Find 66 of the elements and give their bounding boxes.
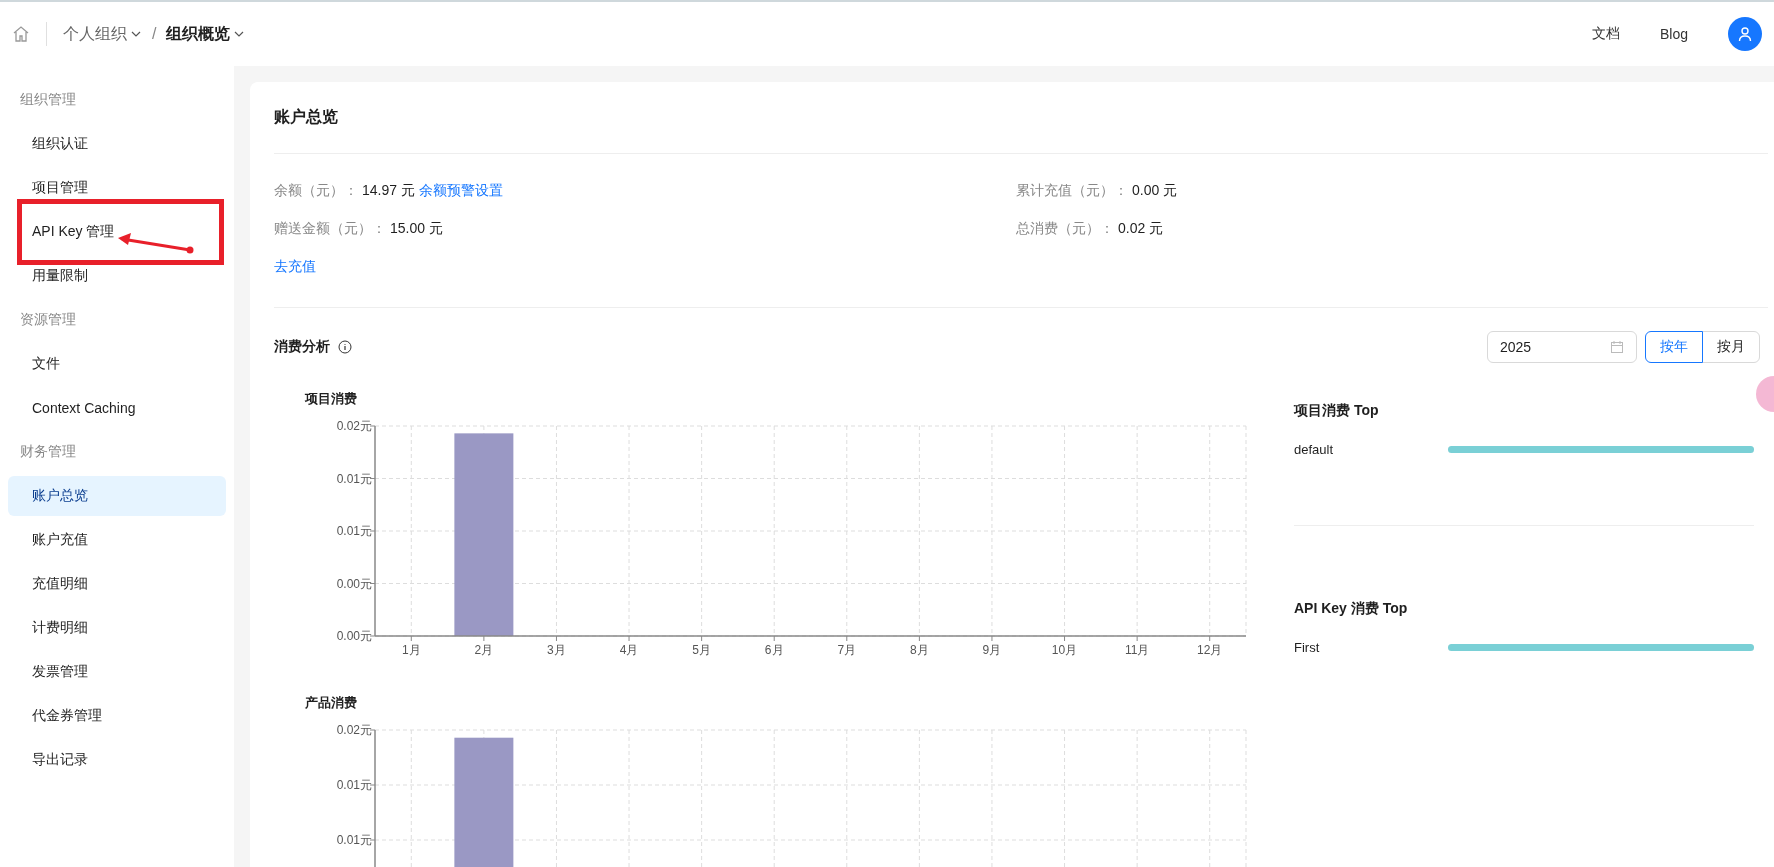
- axis-tick-label: 4月: [619, 643, 639, 657]
- breadcrumb-separator: /: [152, 25, 157, 43]
- axis-tick-label: 7月: [837, 643, 857, 657]
- sidebar-item[interactable]: 文件: [8, 344, 226, 384]
- axis-tick-label: 0.00元: [336, 629, 372, 643]
- axis-tick-label: 0.02元: [336, 723, 372, 737]
- recharge-link[interactable]: 去充值: [274, 258, 316, 276]
- field-value: 0.02 元: [1118, 220, 1164, 238]
- settings-link[interactable]: 余额预警设置: [418, 182, 503, 200]
- field-value: 14.97 元: [362, 182, 415, 200]
- sidebar-item[interactable]: 计费明细: [8, 608, 226, 648]
- user-avatar[interactable]: [1728, 17, 1762, 51]
- segment-button[interactable]: 按年: [1645, 331, 1703, 363]
- field-label: 赠送金额（元）：: [274, 220, 386, 238]
- field-label: 总消费（元）：: [1016, 220, 1114, 238]
- axis-tick-label: 9月: [982, 643, 1002, 657]
- axis-tick-label: 10月: [1051, 643, 1078, 657]
- year-picker[interactable]: 2025: [1487, 331, 1637, 363]
- field-label: 累计充值（元）：: [1016, 182, 1128, 200]
- chart-title: 产品消费: [305, 694, 358, 712]
- breadcrumb-item[interactable]: 个人组织: [63, 23, 142, 45]
- ranking-name: default: [1294, 442, 1335, 457]
- axis-tick-label: 0.00元: [336, 576, 372, 591]
- axis-tick-label: 11月: [1124, 643, 1150, 657]
- info-icon[interactable]: [338, 340, 352, 354]
- axis-tick-label: 0.01元: [336, 778, 372, 792]
- sidebar-item[interactable]: 代金券管理: [8, 696, 226, 736]
- header-link[interactable]: 文档: [1591, 25, 1620, 43]
- sidebar-group-label: 资源管理: [19, 310, 77, 329]
- section-title: 账户总览: [274, 82, 1768, 154]
- section-title: 消费分析: [274, 338, 330, 356]
- ranking-title: API Key 消费 Top: [1294, 600, 1409, 618]
- calendar-icon: [1610, 340, 1624, 354]
- sidebar-item[interactable]: Context Caching: [8, 388, 226, 428]
- ranking-name: First: [1294, 640, 1321, 655]
- header-link[interactable]: Blog: [1659, 26, 1688, 42]
- axis-tick-label: 0.02元: [336, 419, 372, 433]
- field-value: 15.00 元: [390, 220, 443, 238]
- home-icon[interactable]: [12, 25, 30, 43]
- sidebar-item[interactable]: 组织认证: [8, 124, 226, 164]
- sidebar-item[interactable]: 项目管理: [8, 168, 226, 208]
- sidebar-item[interactable]: 用量限制: [8, 256, 226, 296]
- sidebar-item[interactable]: 账户充值: [8, 520, 226, 560]
- field-label: 余额（元）：: [274, 182, 358, 200]
- chart-title: 项目消费: [305, 390, 358, 408]
- axis-tick-label: 2月: [474, 643, 494, 657]
- axis-tick-label: 6月: [764, 643, 784, 657]
- axis-tick-label: 1月: [401, 643, 421, 657]
- field-value: 0.00 元: [1132, 182, 1178, 200]
- ranking-title: 项目消费 Top: [1294, 402, 1380, 420]
- sidebar-group-label: 财务管理: [19, 442, 77, 461]
- breadcrumb-item[interactable]: 组织概览: [166, 23, 246, 45]
- sidebar-group-label: 组织管理: [19, 90, 77, 109]
- axis-tick-label: 0.01元: [336, 833, 372, 847]
- axis-tick-label: 12月: [1197, 643, 1223, 657]
- axis-tick-label: 8月: [910, 643, 929, 657]
- sidebar-item[interactable]: 导出记录: [8, 740, 226, 780]
- sidebar-item[interactable]: 充值明细: [8, 564, 226, 604]
- segment-button[interactable]: 按月: [1702, 331, 1760, 363]
- axis-tick-label: 0.01元: [336, 524, 372, 538]
- sidebar-item[interactable]: API Key 管理: [8, 212, 226, 252]
- sidebar-item[interactable]: 发票管理: [8, 652, 226, 692]
- axis-tick-label: 5月: [692, 643, 711, 657]
- sidebar-item[interactable]: 账户总览: [8, 476, 226, 516]
- axis-tick-label: 3月: [547, 643, 566, 657]
- axis-tick-label: 0.01元: [336, 471, 372, 486]
